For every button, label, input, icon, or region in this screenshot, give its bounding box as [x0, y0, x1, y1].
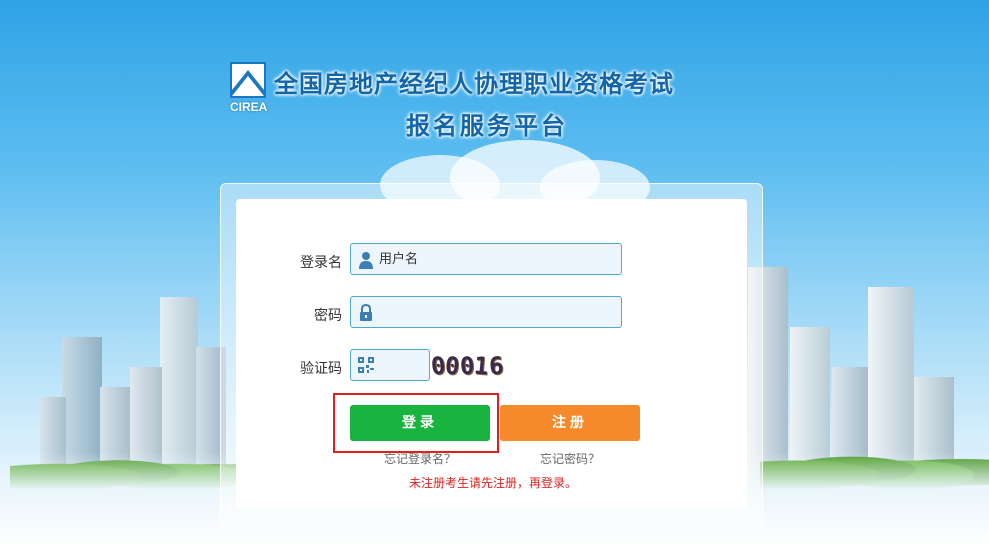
- lock-icon: [358, 303, 374, 322]
- captcha-label: 验证码: [300, 361, 342, 377]
- username-input[interactable]: [379, 244, 615, 274]
- register-notice: 未注册考生请先注册，再登录。: [409, 476, 578, 490]
- captcha-input[interactable]: [379, 350, 425, 380]
- page-subtitle: 报名服务平台: [406, 112, 568, 140]
- page-title: 全国房地产经纪人协理职业资格考试: [274, 70, 674, 98]
- logo-roof-icon: [230, 62, 266, 98]
- password-label: 密码: [314, 308, 342, 324]
- register-button[interactable]: 注册: [500, 405, 640, 441]
- forgot-username-link[interactable]: 忘记登录名？: [384, 450, 456, 467]
- site-header: CIREA 全国房地产经纪人协理职业资格考试 报名服务平台: [228, 58, 708, 143]
- password-field-box: [350, 296, 622, 328]
- captcha-char: 6: [487, 351, 505, 381]
- cirea-logo: CIREA: [230, 62, 268, 114]
- qr-code-icon: [358, 357, 374, 375]
- logo-text: CIREA: [230, 100, 268, 114]
- captcha-image[interactable]: 00016: [430, 351, 543, 384]
- username-label: 登录名: [300, 255, 342, 271]
- forgot-password-link[interactable]: 忘记密码？: [540, 450, 600, 467]
- username-field-box: [350, 243, 622, 275]
- password-input[interactable]: [379, 297, 615, 327]
- user-icon: [358, 251, 374, 269]
- captcha-field-box: [350, 349, 430, 381]
- captcha-char: 0: [444, 351, 461, 381]
- login-highlight-box: [333, 393, 499, 453]
